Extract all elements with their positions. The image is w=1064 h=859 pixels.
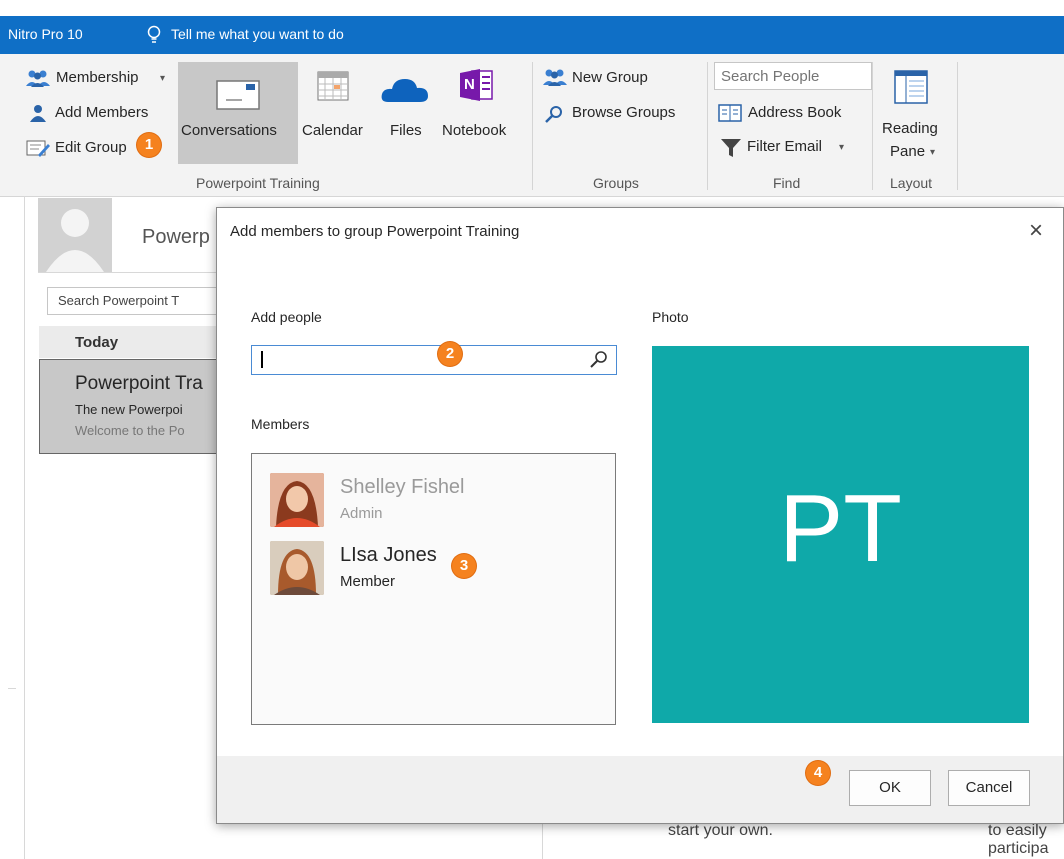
new-group-button[interactable]: New Group bbox=[543, 68, 683, 90]
chevron-down-icon: ▾ bbox=[930, 147, 936, 158]
conversations-button[interactable]: Conversations bbox=[178, 62, 298, 164]
people-icon bbox=[26, 69, 50, 90]
dialog-footer: OK Cancel bbox=[217, 756, 1063, 823]
add-members-button[interactable]: Add Members bbox=[30, 102, 170, 124]
address-book-button[interactable]: Address Book bbox=[718, 102, 868, 124]
list-item[interactable]: Powerpoint Tra The new Powerpoi Welcome … bbox=[39, 359, 220, 454]
pane-label: Pane bbox=[890, 143, 926, 160]
message-title: Powerpoint Tra bbox=[75, 373, 203, 394]
edit-group-icon bbox=[26, 139, 50, 160]
step-badge-4: 4 bbox=[806, 761, 830, 785]
app-name: Nitro Pro 10 bbox=[8, 26, 83, 42]
photo-label: Photo bbox=[652, 309, 689, 325]
reading-pane-icon bbox=[894, 70, 928, 107]
add-members-label: Add Members bbox=[55, 104, 149, 121]
avatar bbox=[270, 473, 324, 527]
photo-initials: PT bbox=[779, 475, 902, 582]
membership-label: Membership bbox=[56, 69, 139, 86]
members-list: Shelley Fishel Admin LIsa Jones Member bbox=[251, 453, 616, 725]
search-icon[interactable] bbox=[590, 350, 608, 371]
dialog-title: Add members to group Powerpoint Training bbox=[230, 223, 520, 240]
ribbon-divider bbox=[872, 62, 873, 190]
ok-button[interactable]: OK bbox=[849, 770, 931, 806]
message-subject: The new Powerpoi bbox=[75, 402, 183, 417]
step-badge-3: 3 bbox=[452, 554, 476, 578]
browse-groups-label: Browse Groups bbox=[572, 104, 676, 121]
onedrive-cloud-icon bbox=[380, 76, 430, 107]
ribbon-divider bbox=[957, 62, 958, 190]
tell-me-search[interactable]: Tell me what you want to do bbox=[171, 26, 344, 42]
calendar-label: Calendar bbox=[302, 122, 363, 139]
member-name: LIsa Jones bbox=[340, 544, 437, 566]
ribbon-group-label: Find bbox=[773, 175, 801, 191]
title-bar: Nitro Pro 10 Tell me what you want to do bbox=[0, 16, 1064, 54]
list-item[interactable]: LIsa Jones Member bbox=[270, 540, 570, 596]
pane-divider bbox=[24, 196, 25, 859]
new-group-label: New Group bbox=[572, 69, 648, 86]
search-people-input[interactable] bbox=[714, 62, 872, 90]
cancel-button[interactable]: Cancel bbox=[948, 770, 1030, 806]
edit-group-label: Edit Group bbox=[55, 139, 127, 156]
group-name: Powerp bbox=[142, 226, 210, 248]
background-text: start your own. bbox=[668, 822, 773, 839]
background-text: participa bbox=[988, 840, 1049, 857]
add-people-input[interactable] bbox=[251, 345, 617, 375]
search-icon bbox=[545, 105, 563, 126]
message-preview: Welcome to the Po bbox=[75, 423, 185, 438]
notebook-button[interactable]: N Notebook bbox=[438, 62, 526, 164]
chevron-down-icon: ▾ bbox=[160, 73, 166, 84]
person-icon bbox=[30, 104, 46, 125]
edit-group-button[interactable]: Edit Group bbox=[26, 137, 140, 159]
group-photo[interactable]: PT bbox=[652, 346, 1029, 723]
notebook-label: Notebook bbox=[442, 122, 507, 139]
filter-email-button[interactable]: Filter Email ▾ bbox=[721, 136, 861, 158]
step-badge-2: 2 bbox=[438, 342, 462, 366]
onenote-letter: N bbox=[464, 76, 475, 93]
reading-pane-button[interactable]: Reading Pane ▾ bbox=[878, 62, 950, 166]
ribbon-group-label: Powerpoint Training bbox=[196, 175, 320, 191]
date-header: Today bbox=[39, 326, 219, 358]
address-book-label: Address Book bbox=[748, 104, 842, 121]
filter-email-label: Filter Email bbox=[747, 138, 823, 155]
add-members-dialog: Add members to group Powerpoint Training… bbox=[216, 207, 1064, 824]
divider bbox=[38, 272, 218, 273]
files-label: Files bbox=[390, 122, 422, 139]
background-text: to easily bbox=[988, 822, 1047, 839]
ribbon-group-label: Groups bbox=[593, 175, 639, 191]
avatar bbox=[270, 541, 324, 595]
member-name: Shelley Fishel bbox=[340, 476, 465, 498]
step-badge-1: 1 bbox=[137, 133, 161, 157]
member-role: Admin bbox=[340, 505, 383, 522]
list-item[interactable]: Shelley Fishel Admin bbox=[270, 472, 570, 528]
pane-divider bbox=[542, 822, 543, 859]
date-header-label: Today bbox=[75, 334, 119, 351]
lightbulb-icon bbox=[146, 25, 162, 45]
files-button[interactable]: Files bbox=[376, 62, 432, 164]
browse-groups-button[interactable]: Browse Groups bbox=[545, 102, 695, 124]
search-group-input[interactable]: Search Powerpoint T bbox=[47, 287, 221, 315]
members-label: Members bbox=[251, 416, 310, 432]
close-icon[interactable]: × bbox=[1029, 217, 1043, 245]
divider bbox=[8, 688, 16, 689]
membership-button[interactable]: Membership ▾ bbox=[26, 68, 176, 90]
envelope-icon bbox=[216, 80, 260, 113]
ribbon-group-label: Layout bbox=[890, 175, 933, 191]
ribbon-divider bbox=[707, 62, 708, 190]
filter-funnel-icon bbox=[721, 139, 741, 160]
ribbon: Membership ▾ Add Members Edit Group Conv… bbox=[0, 54, 1064, 197]
group-avatar bbox=[38, 198, 112, 272]
calendar-button[interactable]: Calendar bbox=[300, 62, 374, 164]
calendar-icon bbox=[317, 70, 349, 105]
people-icon bbox=[543, 68, 567, 89]
address-book-icon bbox=[718, 104, 742, 125]
chevron-down-icon: ▾ bbox=[839, 142, 845, 153]
conversations-label: Conversations bbox=[181, 122, 277, 139]
member-role: Member bbox=[340, 573, 396, 590]
ribbon-divider bbox=[532, 62, 533, 190]
search-placeholder: Search Powerpoint T bbox=[58, 293, 180, 308]
text-cursor bbox=[261, 351, 263, 368]
add-people-label: Add people bbox=[251, 309, 322, 325]
reading-label: Reading bbox=[882, 120, 938, 137]
